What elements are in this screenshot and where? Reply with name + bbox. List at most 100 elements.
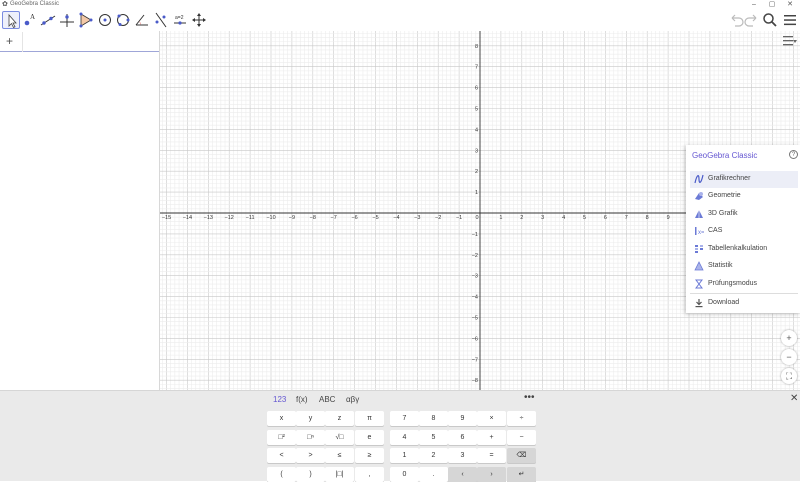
move-graphics-tool-icon[interactable] <box>190 11 208 29</box>
circle-tool-icon[interactable] <box>96 11 114 29</box>
x-tick-label: −5 <box>372 215 378 221</box>
plus-key[interactable]: + <box>477 430 506 445</box>
comma-key[interactable]: , <box>355 467 384 482</box>
reflect-tool-icon[interactable] <box>152 11 170 29</box>
key-9[interactable]: 9 <box>448 411 477 426</box>
power-key[interactable]: □ⁿ <box>296 430 325 445</box>
help-icon[interactable]: ? <box>789 150 798 159</box>
x-tick-label: 9 <box>667 215 670 221</box>
point-tool-icon[interactable]: A <box>21 11 39 29</box>
search-icon[interactable] <box>761 11 779 29</box>
close-button[interactable]: ✕ <box>781 0 799 9</box>
y-tick-label: −7 <box>472 357 478 363</box>
hamburger-menu-icon[interactable] <box>781 11 799 29</box>
greater-than-key[interactable]: > <box>296 448 325 463</box>
leq-key[interactable]: ≤ <box>325 448 354 463</box>
key-6[interactable]: 6 <box>448 430 477 445</box>
key-7[interactable]: 7 <box>390 411 419 426</box>
key-z[interactable]: z <box>325 411 354 426</box>
angle-tool-icon[interactable] <box>133 11 151 29</box>
add-icon[interactable]: + <box>6 34 13 48</box>
key-x[interactable]: x <box>267 411 296 426</box>
zoom-out-button[interactable]: − <box>781 349 797 365</box>
minimize-button[interactable]: – <box>745 0 763 9</box>
x-tick-label: 5 <box>583 215 586 221</box>
svg-text:A: A <box>30 13 35 21</box>
x-tick-label: −10 <box>266 215 275 221</box>
circle-through-points-tool-icon[interactable] <box>114 11 132 29</box>
less-than-key[interactable]: < <box>267 448 296 463</box>
multiply-key[interactable]: × <box>477 411 506 426</box>
sqrt-key[interactable]: √□ <box>325 430 354 445</box>
tab-fx[interactable]: f(x) <box>296 395 308 404</box>
key-y[interactable]: y <box>296 411 325 426</box>
app-item-geometrie[interactable]: Geometrie <box>690 188 798 205</box>
key-4[interactable]: 4 <box>390 430 419 445</box>
perpendicular-line-tool-icon[interactable] <box>58 11 76 29</box>
x-tick-label: −13 <box>204 215 213 221</box>
y-tick-label: −1 <box>472 232 478 238</box>
app-item-3d-grafik[interactable]: 3D Grafik <box>690 206 798 223</box>
app-item-grafikrechner[interactable]: Grafikrechner <box>690 171 798 188</box>
y-tick-label: 5 <box>475 107 478 113</box>
abs-key[interactable]: |□| <box>325 467 354 482</box>
x-tick-label: −15 <box>162 215 171 221</box>
app-item-cas[interactable]: x= CAS <box>690 223 798 240</box>
minus-key[interactable]: − <box>507 430 536 445</box>
y-tick-label: −4 <box>472 295 478 301</box>
slider-tool-icon[interactable]: a=2 <box>171 11 189 29</box>
backspace-key[interactable]: ⌫ <box>507 448 536 463</box>
app-item-statistik[interactable]: Statistik <box>690 258 798 275</box>
algebra-input-row[interactable]: + <box>0 32 159 52</box>
download-icon <box>695 299 703 308</box>
x-tick-label: 6 <box>604 215 607 221</box>
x-tick-label: 0 <box>475 215 478 221</box>
dot-key[interactable]: . <box>419 467 448 482</box>
key-1[interactable]: 1 <box>390 448 419 463</box>
right-arrow-key[interactable]: › <box>477 467 506 482</box>
y-tick-label: 6 <box>475 86 478 92</box>
zoom-in-button[interactable]: + <box>781 330 797 346</box>
download-item[interactable]: Download <box>690 295 798 312</box>
x-tick-label: −7 <box>331 215 337 221</box>
y-tick-label: −6 <box>472 336 478 342</box>
geometry-icon <box>695 192 703 200</box>
virtual-keyboard: 123 f(x) ABC αβγ ••• ✕ x y z π 7 8 9 × ÷ □² □ⁿ √□ e 4… <box>0 390 800 482</box>
left-arrow-key[interactable]: ‹ <box>448 467 477 482</box>
divide-key[interactable]: ÷ <box>507 411 536 426</box>
close-keyboard-icon[interactable]: ✕ <box>790 393 798 404</box>
tab-abc[interactable]: ABC <box>319 395 335 404</box>
key-5[interactable]: 5 <box>419 430 448 445</box>
window-title: GeoGebra Classic <box>10 1 60 7</box>
move-tool-icon[interactable] <box>2 11 20 29</box>
x-tick-label: −14 <box>183 215 192 221</box>
enter-key[interactable]: ↵ <box>507 467 536 482</box>
key-e[interactable]: e <box>355 430 384 445</box>
app-item-pruefungsmodus[interactable]: Prüfungsmodus <box>690 276 798 293</box>
style-bar-toggle-icon[interactable] <box>782 34 798 48</box>
key-8[interactable]: 8 <box>419 411 448 426</box>
tab-123[interactable]: 123 <box>273 395 286 404</box>
app-item-tabellenkalkulation[interactable]: Tabellenkalkulation <box>690 241 798 258</box>
menu-divider <box>690 293 798 294</box>
fullscreen-button[interactable]: ⛶ <box>781 368 797 384</box>
key-2[interactable]: 2 <box>419 448 448 463</box>
x-tick-label: −1 <box>456 215 462 221</box>
equals-key[interactable]: = <box>477 448 506 463</box>
input-divider <box>22 32 23 52</box>
cas-icon: x= <box>695 227 704 236</box>
pi-key[interactable]: π <box>355 411 384 426</box>
close-paren-key[interactable]: ) <box>296 467 325 482</box>
line-tool-icon[interactable] <box>39 11 57 29</box>
key-3[interactable]: 3 <box>448 448 477 463</box>
more-keys-icon[interactable]: ••• <box>524 392 535 403</box>
key-0[interactable]: 0 <box>390 467 419 482</box>
tab-greek[interactable]: αβγ <box>346 395 359 404</box>
open-paren-key[interactable]: ( <box>267 467 296 482</box>
maximize-button[interactable]: ▢ <box>763 0 781 9</box>
square-key[interactable]: □² <box>267 430 296 445</box>
polygon-tool-icon[interactable] <box>77 11 95 29</box>
x-tick-label: 3 <box>541 215 544 221</box>
redo-icon[interactable] <box>743 11 761 29</box>
geq-key[interactable]: ≥ <box>355 448 384 463</box>
